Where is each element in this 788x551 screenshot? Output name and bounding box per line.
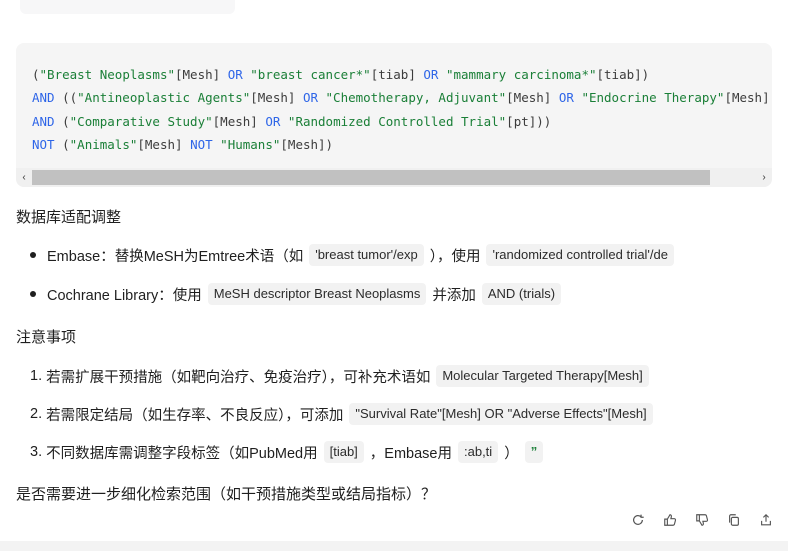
code-token-plain: [Mesh] xyxy=(724,90,770,106)
code-line: AND ("Comparative Study"[Mesh] OR "Rando… xyxy=(32,110,772,133)
thumbs-down-icon[interactable] xyxy=(694,512,710,528)
quote-citation-icon[interactable]: ” xyxy=(524,441,544,463)
code-token-plain: [pt])) xyxy=(506,113,552,129)
item-text: ），使用 xyxy=(429,248,481,265)
code-chip: "Survival Rate"[Mesh] OR "Adverse Effect… xyxy=(349,403,653,425)
item-text: 若需限定结局（如生存率、不良反应），可添加 xyxy=(46,407,344,424)
code-token-string: "breast cancer*" xyxy=(250,67,371,82)
code-chip: MeSH descriptor Breast Neoplasms xyxy=(207,283,427,305)
code-token-plain: (( xyxy=(54,90,78,106)
code-token-op: OR xyxy=(302,90,318,106)
list-item: 3. 不同数据库需调整字段标签（如PubMed用 [tiab] ，Embase用… xyxy=(30,441,549,463)
code-token-plain: [Mesh] xyxy=(137,136,191,152)
code-token-op: OR xyxy=(558,90,574,106)
item-text: 若需扩展干预措施（如靶向治疗、免疫治疗），可补充术语如 xyxy=(46,369,431,386)
code-token-plain: [Mesh] xyxy=(175,67,228,82)
item-text: 不同数据库需调整字段标签（如PubMed用 xyxy=(46,445,318,462)
code-chip: AND (trials) xyxy=(481,283,562,305)
list-item: Embase：替换MeSH为Emtree术语（如 'breast tumor'/… xyxy=(30,244,680,266)
item-text: Embase：替换MeSH为Emtree术语（如 xyxy=(47,248,304,265)
code-line: NOT ("Animals"[Mesh] NOT "Humans"[Mesh]) xyxy=(32,133,772,156)
code-token-plain: ( xyxy=(54,136,70,152)
code-token-plain: [tiab] xyxy=(370,67,424,82)
code-token-plain: [Mesh] xyxy=(250,90,303,106)
code-token-string: "Animals" xyxy=(69,136,138,152)
code-token-string: "Endocrine Therapy" xyxy=(581,90,725,106)
list-item: 1. 若需扩展干预措施（如靶向治疗、免疫治疗），可补充术语如 Molecular… xyxy=(30,365,655,387)
code-lines: ("Breast Neoplasms"[Mesh] OR "breast can… xyxy=(32,63,772,156)
item-text: ） xyxy=(504,445,519,462)
code-line: AND (("Antineoplastic Agents"[Mesh] OR "… xyxy=(32,86,772,109)
bottom-bar xyxy=(0,541,788,551)
code-chip: Molecular Targeted Therapy[Mesh] xyxy=(436,365,649,387)
code-token-plain: [tiab]) xyxy=(596,67,650,82)
code-token-string: "Humans" xyxy=(220,136,281,152)
code-token-string: "Randomized Controlled Trial" xyxy=(287,113,507,129)
code-token-op: OR xyxy=(265,113,281,129)
scroll-left-arrow-icon[interactable]: ‹ xyxy=(16,168,32,187)
code-token-plain: ( xyxy=(54,113,70,129)
copy-icon[interactable] xyxy=(726,512,742,528)
item-number: 3. xyxy=(30,444,43,460)
code-token-plain: [Mesh]) xyxy=(280,136,334,152)
code-line: ("Breast Neoplasms"[Mesh] OR "breast can… xyxy=(32,63,772,86)
code-token-op: OR xyxy=(227,67,243,82)
share-icon[interactable] xyxy=(758,512,774,528)
regenerate-icon[interactable] xyxy=(630,512,646,528)
item-text: ，Embase用 xyxy=(369,445,452,462)
code-token-string: "Chemotherapy, Adjuvant" xyxy=(325,90,507,106)
code-chip: [tiab] xyxy=(323,441,364,463)
code-token-op: NOT xyxy=(190,136,213,152)
previous-content-fade xyxy=(20,0,235,14)
bullet-icon xyxy=(30,252,36,258)
code-token-string: "mammary carcinoma*" xyxy=(445,67,597,82)
code-token-plain: [Mesh] xyxy=(212,113,266,129)
item-number: 2. xyxy=(30,406,43,422)
list-item: 2. 若需限定结局（如生存率、不良反应），可添加 "Survival Rate"… xyxy=(30,403,659,425)
thumbs-up-icon[interactable] xyxy=(662,512,678,528)
code-token-string: "Breast Neoplasms" xyxy=(39,67,175,82)
code-chip: 'breast tumor'/exp xyxy=(309,244,424,266)
message-actions xyxy=(630,512,774,528)
section-title-notes: 注意事项 xyxy=(16,329,77,346)
code-token-string: "Comparative Study" xyxy=(69,113,213,129)
code-token-op: AND xyxy=(32,113,55,129)
code-chip: :ab,ti xyxy=(458,441,499,463)
code-chip: 'randomized controlled trial'/de xyxy=(486,244,674,266)
item-text: 并添加 xyxy=(432,287,476,304)
code-token-op: NOT xyxy=(32,136,55,152)
code-token-string: "Antineoplastic Agents" xyxy=(77,90,251,106)
code-token-op: OR xyxy=(423,67,439,82)
bullet-icon xyxy=(30,291,36,297)
section-title-database: 数据库适配调整 xyxy=(16,209,122,226)
item-text: Cochrane Library：使用 xyxy=(47,287,202,304)
scrollbar-thumb[interactable] xyxy=(32,170,710,185)
code-token-plain: [Mesh] xyxy=(506,90,559,106)
item-number: 1. xyxy=(30,368,43,384)
code-token-plain: ( xyxy=(32,67,40,82)
horizontal-scrollbar[interactable]: ‹ › xyxy=(16,168,772,187)
code-block: ("Breast Neoplasms"[Mesh] OR "breast can… xyxy=(16,43,772,187)
scroll-right-arrow-icon[interactable]: › xyxy=(756,168,772,187)
list-item: Cochrane Library：使用 MeSH descriptor Brea… xyxy=(30,283,567,305)
follow-up-question: 是否需要进一步细化检索范围（如干预措施类型或结局指标）？ xyxy=(16,486,437,503)
code-token-op: AND xyxy=(32,90,55,106)
